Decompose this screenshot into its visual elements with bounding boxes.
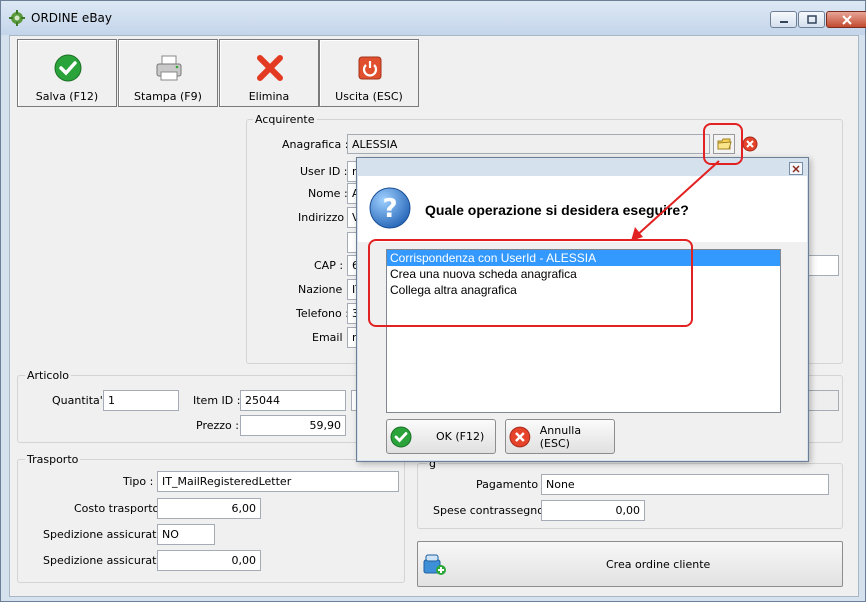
- spedizione-assicurata-2-field[interactable]: 0,00: [157, 550, 261, 571]
- telefono-label: Telefono :: [296, 307, 349, 320]
- maximize-button[interactable]: [798, 11, 825, 28]
- delete-label: Elimina: [248, 90, 290, 103]
- power-icon: [358, 56, 382, 80]
- pagamento-label: Pagamento :: [476, 478, 546, 491]
- minimize-icon: [779, 20, 788, 23]
- clear-icon: [742, 136, 758, 152]
- item-extra2-field[interactable]: [807, 390, 839, 411]
- spese-contrassegno-field[interactable]: 0,00: [541, 500, 645, 521]
- itemid-label: Item ID :: [193, 394, 241, 407]
- close-window-button[interactable]: [826, 11, 866, 28]
- check-icon: [54, 54, 82, 82]
- cap-label: CAP :: [314, 259, 344, 272]
- acquirente-legend: Acquirente: [253, 113, 317, 126]
- provincia-field[interactable]: [807, 255, 839, 276]
- print-button[interactable]: Stampa (F9): [118, 39, 218, 107]
- maximize-icon: [806, 15, 817, 24]
- itemid-field[interactable]: 25044: [240, 390, 346, 411]
- save-label: Salva (F12): [35, 90, 99, 103]
- ok-button[interactable]: OK (F12): [386, 419, 496, 454]
- exit-button[interactable]: Uscita (ESC): [319, 39, 419, 107]
- clear-anagrafica-button[interactable]: [741, 135, 759, 153]
- cancel-icon: [509, 426, 531, 447]
- cancel-button[interactable]: Annulla (ESC): [505, 419, 615, 454]
- close-icon: [842, 14, 852, 25]
- annotation-arrow-icon: [631, 160, 720, 241]
- prezzo-label: Prezzo :: [196, 419, 239, 432]
- indirizzo-label: Indirizzo :: [298, 211, 352, 224]
- delete-button[interactable]: Elimina: [219, 39, 319, 107]
- costo-label: Costo trasporto :: [74, 502, 167, 515]
- minimize-button[interactable]: [770, 11, 797, 28]
- nome-label: Nome :: [308, 187, 348, 200]
- ok-label: OK (F12): [436, 430, 485, 443]
- print-label: Stampa (F9): [134, 90, 202, 103]
- crea-ordine-button[interactable]: Crea ordine cliente: [417, 541, 843, 587]
- question-icon: ?: [369, 187, 411, 229]
- quantita-field[interactable]: 1: [103, 390, 179, 411]
- spedizione-assicurata-label: Spedizione assicurata :: [43, 528, 171, 541]
- close-icon: [792, 164, 800, 173]
- spese-contrassegno-label: Spese contrassegno :: [433, 504, 552, 517]
- spedizione-assicurata-2-label: Spedizione assicurata :: [43, 554, 171, 567]
- userid-label: User ID :: [300, 165, 348, 178]
- window-title: ORDINE eBay: [31, 11, 113, 25]
- printer-icon: [156, 55, 182, 81]
- check-icon: [390, 426, 412, 447]
- dialog-close-button[interactable]: [789, 162, 803, 175]
- quantita-label: Quantita' :: [52, 394, 110, 407]
- costo-field[interactable]: 6,00: [157, 498, 261, 519]
- email-label: Email :: [312, 331, 350, 344]
- exit-label: Uscita (ESC): [335, 90, 403, 103]
- crea-ordine-label: Crea ordine cliente: [606, 557, 711, 571]
- trasporto-legend: Trasporto: [25, 453, 81, 466]
- tipo-field[interactable]: IT_MailRegisteredLetter: [157, 471, 399, 492]
- app-icon: [9, 10, 25, 26]
- add-cart-icon: [423, 554, 446, 575]
- main-window: ORDINE eBay Salva (F12) Stampa (F9) Elim…: [0, 0, 866, 602]
- highlight-options-list: [368, 239, 693, 327]
- save-button[interactable]: Salva (F12): [17, 39, 117, 107]
- title-bar[interactable]: ORDINE eBay: [1, 1, 866, 35]
- nazione-label: Nazione :: [298, 283, 350, 296]
- pagamento-field[interactable]: None: [541, 474, 829, 495]
- tipo-label: Tipo :: [123, 475, 154, 488]
- articolo-legend: Articolo: [25, 369, 71, 382]
- anagrafica-label: Anagrafica :: [282, 138, 349, 151]
- delete-x-icon: [257, 55, 283, 81]
- cancel-label: Annulla (ESC): [539, 423, 582, 450]
- spedizione-assicurata-field[interactable]: NO: [157, 524, 215, 545]
- prezzo-field[interactable]: 59,90: [240, 415, 346, 436]
- svg-text:?: ?: [382, 194, 397, 224]
